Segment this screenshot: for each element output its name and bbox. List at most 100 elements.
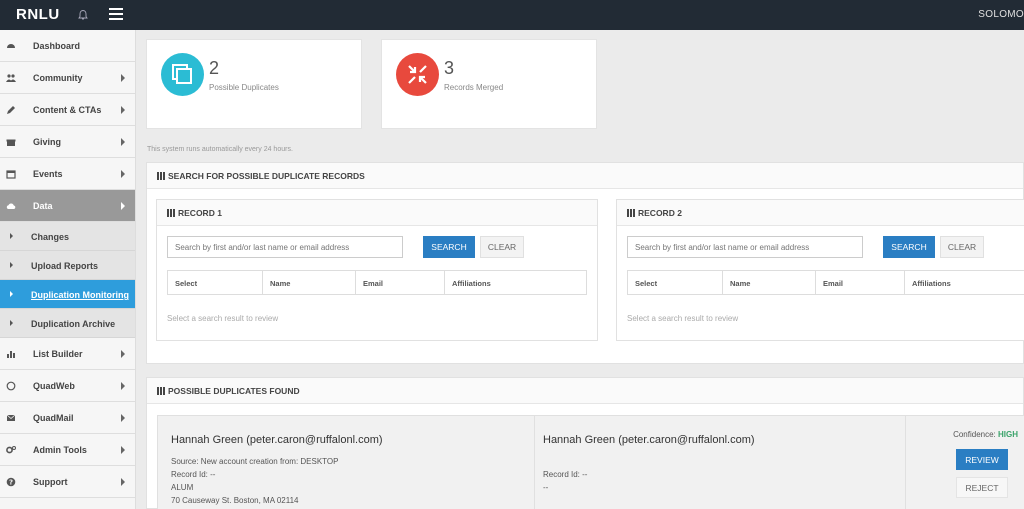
chevron-right-icon bbox=[121, 350, 125, 358]
chevron-right-icon bbox=[121, 478, 125, 486]
sidebar-item-admin-tools[interactable]: Admin Tools bbox=[0, 434, 135, 466]
record-2-results-table: Select Name Email Affiliations bbox=[627, 270, 1024, 295]
sidebar: Dashboard Community Content & CTAs Givin… bbox=[0, 30, 136, 509]
record-2-search-button[interactable]: SEARCH bbox=[883, 236, 935, 258]
sidebar-subitem-label: Duplication Monitoring bbox=[31, 290, 129, 300]
panel-title: SEARCH FOR POSSIBLE DUPLICATE RECORDS bbox=[157, 171, 365, 181]
panel-header: POSSIBLE DUPLICATES FOUND bbox=[147, 378, 1023, 404]
record-2-hint: Select a search result to review bbox=[627, 314, 739, 323]
column-header[interactable]: Name bbox=[263, 271, 356, 294]
column-header[interactable]: Select bbox=[168, 271, 263, 294]
sidebar-item-label: Admin Tools bbox=[33, 445, 87, 455]
pencil-icon bbox=[7, 106, 15, 114]
sidebar-item-label: List Builder bbox=[33, 349, 83, 359]
sidebar-item-quadmail[interactable]: QuadMail bbox=[0, 402, 135, 434]
column-header[interactable]: Email bbox=[356, 271, 445, 294]
duplicate-actions: Confidence: HIGH REVIEW REJECT bbox=[906, 416, 1024, 509]
panel-title: RECORD 1 bbox=[167, 208, 222, 218]
sidebar-item-label: QuadMail bbox=[33, 413, 74, 423]
chevron-right-icon bbox=[121, 382, 125, 390]
column-header[interactable]: Email bbox=[816, 271, 905, 294]
sidebar-item-support[interactable]: ? Support bbox=[0, 466, 135, 498]
circle-icon bbox=[6, 381, 16, 391]
sidebar-item-data[interactable]: Data bbox=[0, 190, 135, 222]
bell-icon[interactable] bbox=[77, 9, 89, 21]
record-2-search-input[interactable] bbox=[627, 236, 863, 258]
sidebar-item-content[interactable]: Content & CTAs bbox=[0, 94, 135, 126]
sidebar-item-dashboard[interactable]: Dashboard bbox=[0, 30, 135, 62]
system-note: This system runs automatically every 24 … bbox=[147, 146, 293, 153]
duplicate-record-right: Hannah Green (peter.caron@ruffalonl.com)… bbox=[535, 416, 906, 509]
record-id: Record Id: -- bbox=[171, 470, 216, 479]
panel-title: RECORD 2 bbox=[627, 208, 682, 218]
stat-card-records-merged: 3 Records Merged bbox=[381, 39, 597, 129]
record-id: Record Id: -- bbox=[543, 470, 588, 479]
sidebar-subitem-duplication-monitoring[interactable]: Duplication Monitoring bbox=[0, 280, 135, 309]
sidebar-item-quadweb[interactable]: QuadWeb bbox=[0, 370, 135, 402]
sidebar-subitem-upload-reports[interactable]: Upload Reports bbox=[0, 251, 135, 280]
record-1-search-input[interactable] bbox=[167, 236, 403, 258]
sidebar-item-label: Data bbox=[33, 201, 53, 211]
column-header[interactable]: Affiliations bbox=[445, 271, 586, 294]
chevron-right-icon bbox=[121, 74, 125, 82]
chevron-right-icon bbox=[121, 446, 125, 454]
record-extra: -- bbox=[543, 483, 549, 492]
cogs-icon bbox=[6, 446, 16, 454]
record-2-clear-button[interactable]: CLEAR bbox=[940, 236, 984, 258]
users-icon bbox=[6, 74, 16, 82]
record-2-panel: RECORD 2 SEARCH CLEAR Select Name Email … bbox=[616, 199, 1024, 341]
svg-text:?: ? bbox=[9, 479, 13, 487]
record-1-results-table: Select Name Email Affiliations bbox=[167, 270, 587, 295]
reject-button[interactable]: REJECT bbox=[956, 477, 1008, 498]
review-button[interactable]: REVIEW bbox=[956, 449, 1008, 470]
sidebar-item-list-builder[interactable]: List Builder bbox=[0, 338, 135, 370]
chevron-right-icon bbox=[121, 202, 125, 210]
column-header[interactable]: Select bbox=[628, 271, 723, 294]
sidebar-subitem-duplication-archive[interactable]: Duplication Archive bbox=[0, 309, 135, 338]
sidebar-item-events[interactable]: Events bbox=[0, 158, 135, 190]
envelope-icon bbox=[6, 414, 16, 421]
stat-card-possible-duplicates: 2 Possible Duplicates bbox=[146, 39, 362, 129]
stat-label: Records Merged bbox=[444, 83, 504, 92]
menu-toggle-icon[interactable] bbox=[109, 8, 123, 20]
sidebar-item-label: Content & CTAs bbox=[33, 105, 102, 115]
sidebar-item-label: Giving bbox=[33, 137, 62, 147]
copy-icon bbox=[161, 53, 204, 96]
sidebar-subitem-changes[interactable]: Changes bbox=[0, 222, 135, 251]
record-1-search-button[interactable]: SEARCH bbox=[423, 236, 475, 258]
column-header[interactable]: Name bbox=[723, 271, 816, 294]
top-bar: RNLU SOLOMO bbox=[0, 0, 1024, 30]
sidebar-subitem-label: Duplication Archive bbox=[31, 319, 116, 329]
sidebar-item-label: QuadWeb bbox=[33, 381, 75, 391]
record-name: Hannah Green (peter.caron@ruffalonl.com) bbox=[543, 434, 755, 446]
bar-chart-icon bbox=[7, 351, 15, 358]
stat-label: Possible Duplicates bbox=[209, 83, 279, 92]
sidebar-item-giving[interactable]: Giving bbox=[0, 126, 135, 158]
gift-icon bbox=[6, 139, 16, 146]
confidence-indicator: Confidence: HIGH bbox=[953, 430, 1018, 439]
caret-right-icon bbox=[10, 291, 13, 297]
brand-logo[interactable]: RNLU bbox=[16, 6, 60, 23]
panel-header: SEARCH FOR POSSIBLE DUPLICATE RECORDS bbox=[147, 163, 1023, 189]
stat-value: 3 bbox=[444, 58, 455, 78]
user-menu[interactable]: SOLOMO bbox=[978, 9, 1024, 20]
record-1-clear-button[interactable]: CLEAR bbox=[480, 236, 524, 258]
column-header[interactable]: Affiliations bbox=[905, 271, 1024, 294]
duplicates-panel: POSSIBLE DUPLICATES FOUND Hannah Green (… bbox=[146, 377, 1024, 509]
sidebar-item-community[interactable]: Community bbox=[0, 62, 135, 94]
grid-icon bbox=[167, 209, 175, 217]
caret-right-icon bbox=[10, 233, 13, 239]
sidebar-item-label: Support bbox=[33, 477, 68, 487]
panel-title: POSSIBLE DUPLICATES FOUND bbox=[157, 386, 300, 396]
chevron-right-icon bbox=[121, 170, 125, 178]
chevron-right-icon bbox=[121, 414, 125, 422]
record-1-panel: RECORD 1 SEARCH CLEAR Select Name Email … bbox=[156, 199, 598, 341]
caret-right-icon bbox=[10, 320, 13, 326]
chevron-right-icon bbox=[121, 106, 125, 114]
calendar-icon bbox=[6, 170, 16, 179]
dashboard-icon bbox=[7, 44, 15, 48]
caret-right-icon bbox=[10, 262, 13, 268]
confidence-value: HIGH bbox=[998, 430, 1018, 439]
grid-icon bbox=[157, 387, 165, 395]
sidebar-item-label: Community bbox=[33, 73, 83, 83]
